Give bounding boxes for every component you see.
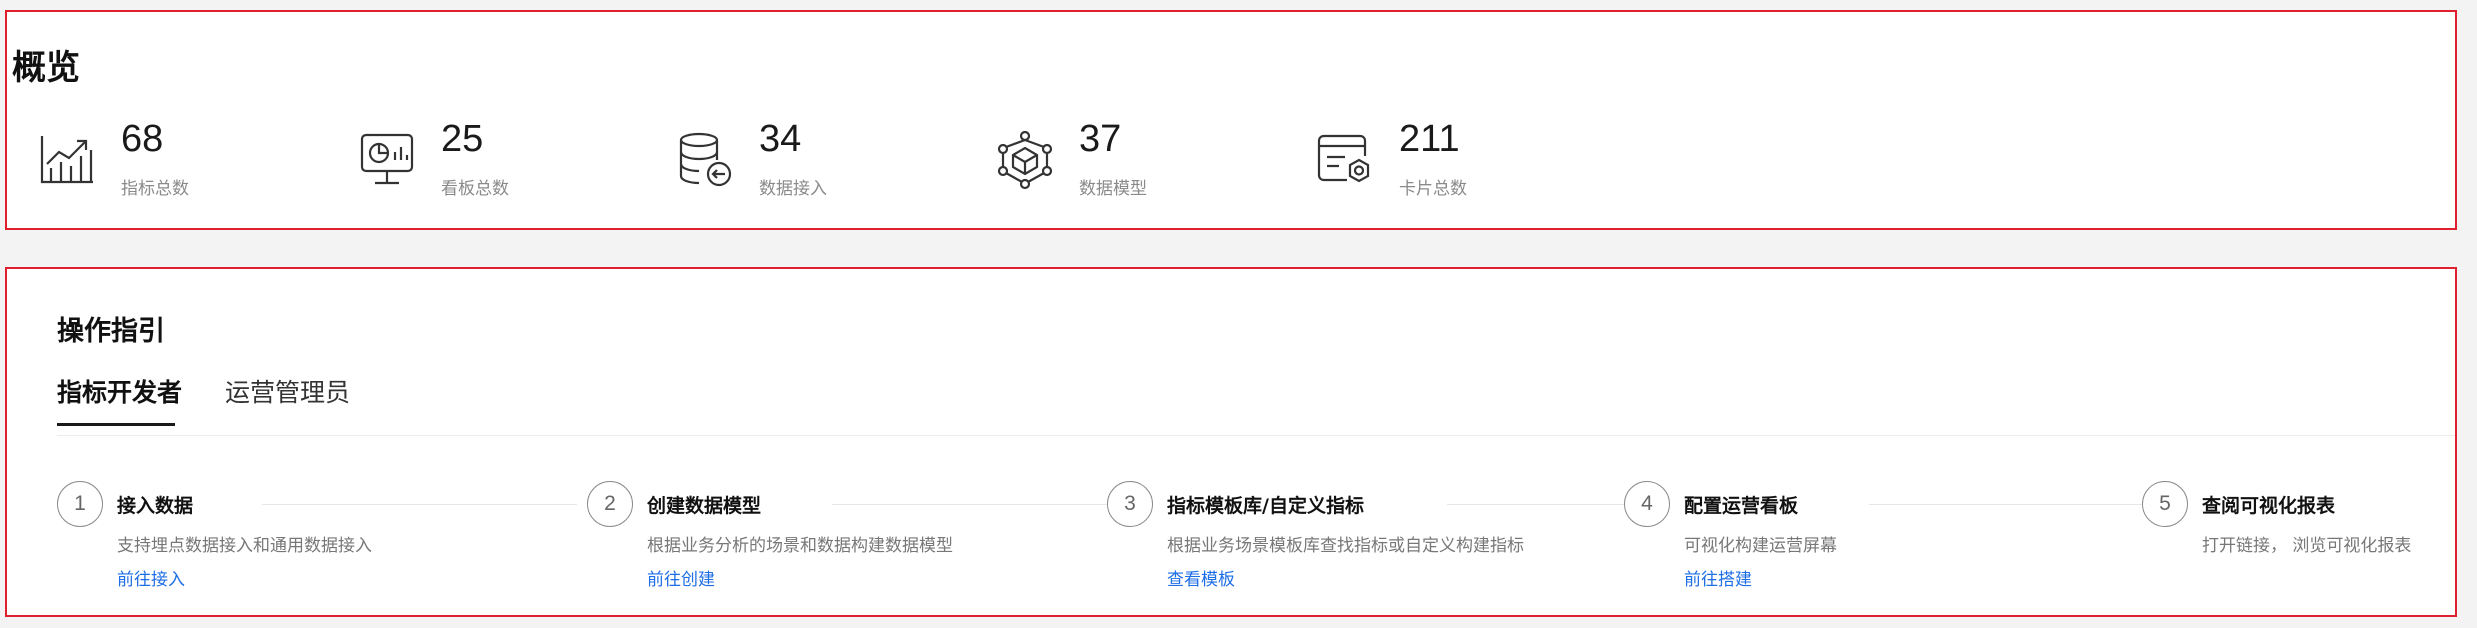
operation-guide-panel: 操作指引 指标开发者 运营管理员 1 接入数据 支持埋点数据接入和通用数据接入 … <box>5 267 2457 617</box>
go-create-link[interactable]: 前往创建 <box>647 565 715 590</box>
step-number: 1 <box>57 481 103 527</box>
stat-label: 看板总数 <box>441 179 509 199</box>
step-connector <box>832 504 1107 505</box>
card-settings-icon <box>1315 130 1375 190</box>
step-connector <box>1869 504 2144 505</box>
step-2: 2 创建数据模型 根据业务分析的场景和数据构建数据模型 前往创建 <box>587 481 1107 601</box>
step-5: 5 查阅可视化报表 打开链接， 浏览可视化报表 <box>2142 481 2452 601</box>
stat-value: 34 <box>759 118 802 160</box>
stat-label: 卡片总数 <box>1399 179 1467 199</box>
step-description: 打开链接， 浏览可视化报表 <box>2202 536 2412 556</box>
overview-panel: 概览 68 指标总数 25 看板总数 34 数据接入 37 数据模型 211 卡… <box>5 10 2457 230</box>
step-number: 2 <box>587 481 633 527</box>
overview-title: 概览 <box>12 48 80 88</box>
step-number: 5 <box>2142 481 2188 527</box>
stat-value: 68 <box>121 118 164 160</box>
guide-title: 操作指引 <box>57 316 165 347</box>
go-build-link[interactable]: 前往搭建 <box>1684 565 1752 590</box>
step-title: 指标模板库/自定义指标 <box>1167 495 1364 517</box>
step-title: 查阅可视化报表 <box>2202 495 2336 517</box>
stat-value: 211 <box>1399 118 1460 160</box>
step-connector <box>1447 504 1627 505</box>
step-description: 根据业务场景模板库查找指标或自定义构建指标 <box>1167 536 1524 556</box>
stat-label: 数据模型 <box>1079 179 1147 199</box>
active-tab-indicator <box>57 423 175 426</box>
step-connector <box>262 504 577 505</box>
step-description: 根据业务分析的场景和数据构建数据模型 <box>647 536 953 556</box>
step-description: 可视化构建运营屏幕 <box>1684 536 1837 556</box>
tab-operations-admin[interactable]: 运营管理员 <box>225 373 350 409</box>
tabs-divider <box>57 435 2455 436</box>
stat-value: 37 <box>1079 118 1122 160</box>
step-title: 接入数据 <box>117 495 194 517</box>
step-title: 创建数据模型 <box>647 495 762 517</box>
view-templates-link[interactable]: 查看模板 <box>1167 565 1235 590</box>
stat-value: 25 <box>441 118 484 160</box>
stat-label: 数据接入 <box>759 179 827 199</box>
go-access-link[interactable]: 前往接入 <box>117 565 185 590</box>
step-4: 4 配置运营看板 可视化构建运营屏幕 前往搭建 <box>1624 481 2144 601</box>
line-chart-icon <box>37 130 97 190</box>
network-model-icon <box>995 130 1055 190</box>
tab-metric-developer[interactable]: 指标开发者 <box>57 373 182 409</box>
step-number: 4 <box>1624 481 1670 527</box>
dashboard-monitor-icon <box>357 130 417 190</box>
guide-steps: 1 接入数据 支持埋点数据接入和通用数据接入 前往接入 2 创建数据模型 根据业… <box>7 481 2455 601</box>
step-description: 支持埋点数据接入和通用数据接入 <box>117 536 372 556</box>
stat-label: 指标总数 <box>121 179 189 199</box>
step-1: 1 接入数据 支持埋点数据接入和通用数据接入 前往接入 <box>57 481 577 601</box>
step-3: 3 指标模板库/自定义指标 根据业务场景模板库查找指标或自定义构建指标 查看模板 <box>1107 481 1627 601</box>
step-title: 配置运营看板 <box>1684 495 1799 517</box>
step-number: 3 <box>1107 481 1153 527</box>
overview-stats: 68 指标总数 25 看板总数 34 数据接入 37 数据模型 211 卡片总数 <box>7 118 2455 208</box>
database-import-icon <box>675 130 735 190</box>
